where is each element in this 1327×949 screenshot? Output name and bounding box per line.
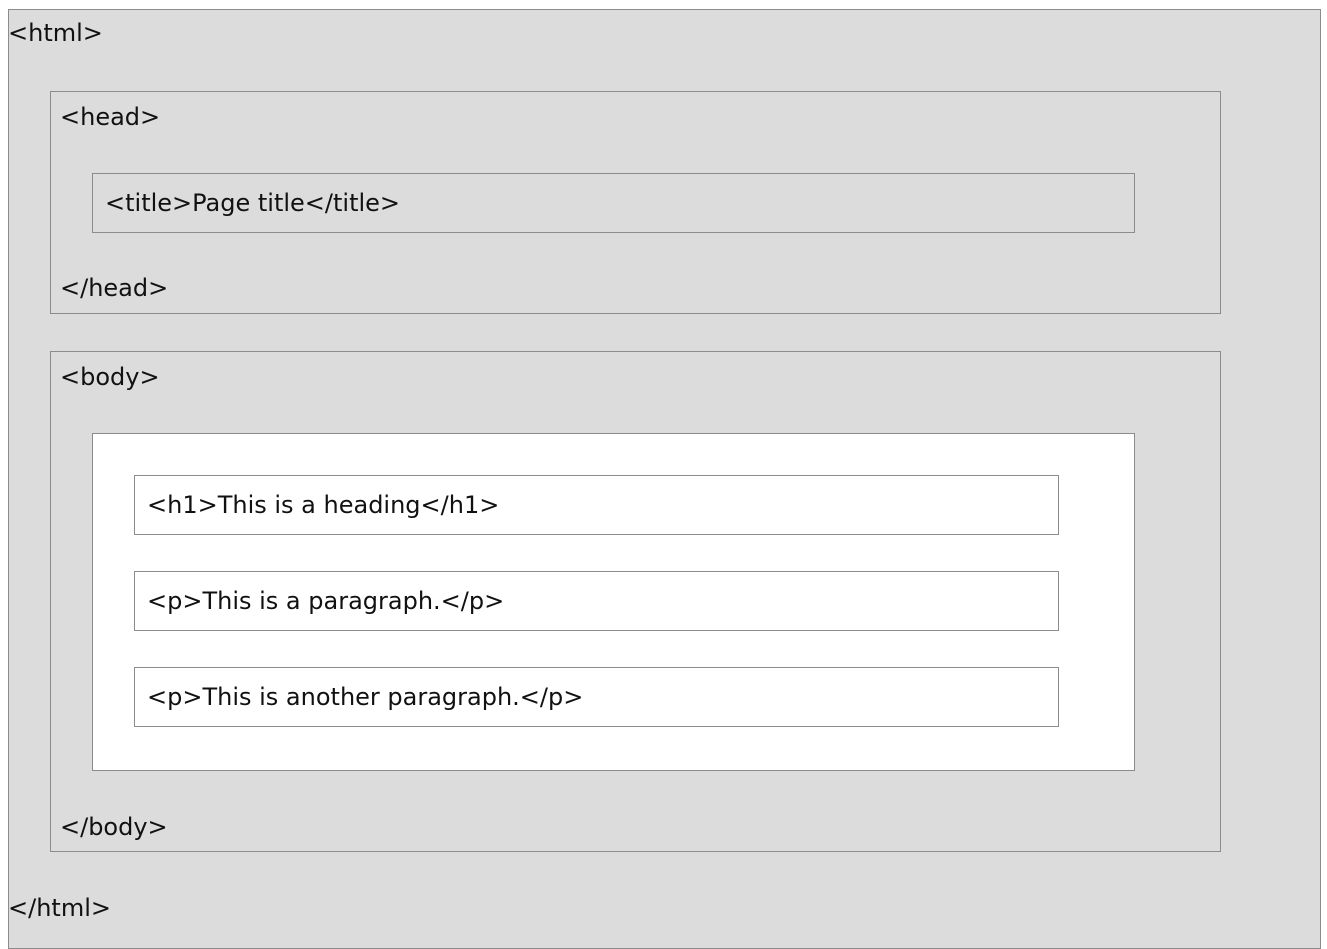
body-element-box: <body> <h1>This is a heading</h1> <p>Thi… [50, 351, 1221, 852]
paragraph-element-box: <p>This is a paragraph.</p> [134, 571, 1059, 631]
another-paragraph-element-box: <p>This is another paragraph.</p> [134, 667, 1059, 727]
body-content-area: <h1>This is a heading</h1> <p>This is a … [92, 433, 1135, 771]
html-element-box: <head> <title>Page title</title> </head>… [8, 9, 1321, 949]
h1-element-box: <h1>This is a heading</h1> [134, 475, 1059, 535]
html-open-tag: <html> [8, 19, 103, 47]
head-open-tag: <head> [60, 103, 161, 131]
title-element-box: <title>Page title</title> [92, 173, 1135, 233]
paragraph-element-text: <p>This is a paragraph.</p> [147, 587, 505, 615]
title-element-text: <title>Page title</title> [105, 189, 401, 217]
head-element-box: <head> <title>Page title</title> </head> [50, 91, 1221, 314]
h1-element-text: <h1>This is a heading</h1> [147, 491, 500, 519]
html-close-tag: </html> [8, 894, 111, 922]
body-open-tag: <body> [60, 363, 160, 391]
another-paragraph-element-text: <p>This is another paragraph.</p> [147, 683, 584, 711]
head-close-tag: </head> [60, 274, 169, 302]
body-close-tag: </body> [60, 813, 168, 841]
